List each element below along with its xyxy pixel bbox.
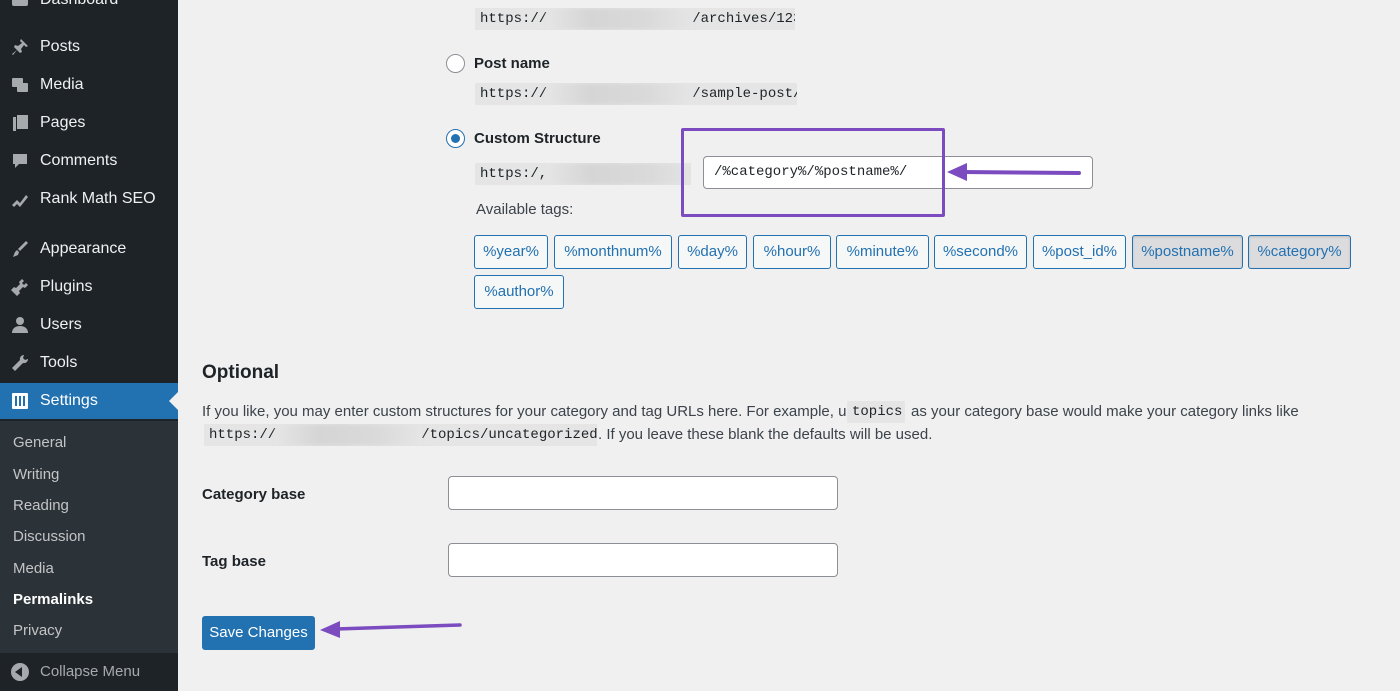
sidebar-item-label: Comments [40, 152, 118, 169]
collapse-icon [11, 663, 29, 681]
post-name-label: Post name [474, 55, 550, 72]
category-base-input[interactable] [448, 476, 838, 510]
annotation-arrow-save [320, 621, 462, 638]
sidebar-item-label: Users [40, 316, 82, 333]
sidebar-item-users[interactable]: Users [0, 307, 178, 343]
submenu-item-writing[interactable]: Writing [13, 466, 59, 483]
sidebar-item-rank-math-seo[interactable]: Rank Math SEO [0, 181, 178, 217]
wrench-icon [9, 352, 31, 374]
sidebar-item-label: Plugins [40, 278, 93, 295]
user-icon [9, 314, 31, 336]
submenu-item-discussion[interactable]: Discussion [13, 528, 86, 545]
post-name-example-url: https:///sample-post/ [475, 83, 797, 105]
sidebar-item-plugins[interactable]: Plugins [0, 269, 178, 305]
sidebar-item-pages[interactable]: Pages [0, 105, 178, 141]
comment-icon [9, 150, 31, 172]
brush-icon [9, 238, 31, 260]
sidebar-item-comments[interactable]: Comments [0, 143, 178, 179]
rank-math-icon [9, 188, 31, 210]
annotation-highlight-box [681, 128, 945, 217]
sidebar-item-media[interactable]: Media [0, 67, 178, 103]
tag-base-input[interactable] [448, 543, 838, 577]
sidebar-item-label: Dashboard [40, 0, 118, 9]
sidebar-item-posts[interactable]: Posts [0, 29, 178, 65]
save-changes-button[interactable]: Save Changes [202, 616, 315, 650]
tag-base-label: Tag base [202, 553, 266, 570]
sidebar-item-label: Pages [40, 114, 86, 131]
sidebar-item-label: Posts [40, 38, 81, 55]
sidebar-item-appearance[interactable]: Appearance [0, 231, 178, 267]
example-category-url: https:///topics/uncategorized/ [204, 424, 597, 446]
tag-button-monthnum[interactable]: %monthnum% [554, 235, 672, 269]
optional-description-part1: If you like, you may enter custom struct… [202, 403, 874, 420]
category-base-label: Category base [202, 486, 306, 503]
post-name-radio[interactable] [446, 54, 465, 73]
pin-icon [9, 36, 31, 58]
submenu-item-general[interactable]: General [13, 434, 66, 451]
plug-icon [9, 276, 31, 298]
tag-button-postname[interactable]: %postname% [1132, 235, 1243, 269]
topics-code: topics [847, 401, 905, 423]
settings-icon [9, 390, 31, 412]
tag-button-category[interactable]: %category% [1248, 235, 1351, 269]
submenu-item-media[interactable]: Media [13, 560, 54, 577]
numeric-example-url: https:///archives/123 [475, 8, 795, 30]
optional-heading: Optional [202, 362, 280, 383]
tag-button-year[interactable]: %year% [474, 235, 548, 269]
custom-structure-radio[interactable] [446, 129, 465, 148]
tag-button-hour[interactable]: %hour% [753, 235, 831, 269]
optional-description-part2: as your category base would make your ca… [911, 403, 1299, 420]
available-tags-label: Available tags: [476, 201, 574, 218]
custom-structure-label: Custom Structure [474, 130, 601, 147]
sidebar-item-settings[interactable]: Settings [0, 383, 178, 419]
sidebar-item-dashboard[interactable]: Dashboard [0, 0, 178, 18]
sidebar-item-label: Settings [40, 392, 98, 409]
sidebar-item-label: Rank Math SEO [40, 190, 156, 207]
tag-button-author[interactable]: %author% [474, 275, 564, 309]
blurred-domain [547, 83, 693, 105]
custom-structure-base-url: https:/, [475, 163, 691, 185]
annotation-arrow-custom [947, 163, 1081, 181]
blurred-domain [276, 424, 422, 446]
sidebar-item-tools[interactable]: Tools [0, 345, 178, 381]
tag-button-minute[interactable]: %minute% [836, 235, 929, 269]
submenu-item-privacy[interactable]: Privacy [13, 622, 62, 639]
media-icon [9, 74, 31, 96]
blurred-domain [547, 163, 691, 185]
optional-description-part3: . If you leave these blank the defaults … [598, 426, 933, 443]
blurred-domain [547, 8, 693, 30]
dashboard-icon [9, 0, 31, 11]
collapse-menu-button[interactable]: Collapse Menu [0, 653, 178, 691]
pages-icon [9, 112, 31, 134]
collapse-menu-label: Collapse Menu [40, 663, 141, 680]
submenu-item-permalinks[interactable]: Permalinks [13, 591, 93, 608]
sidebar-item-label: Appearance [40, 240, 127, 257]
tag-button-day[interactable]: %day% [678, 235, 747, 269]
sidebar-item-label: Tools [40, 354, 78, 371]
submenu-item-reading[interactable]: Reading [13, 497, 69, 514]
sidebar-item-label: Media [40, 76, 84, 93]
admin-sidebar: Dashboard Posts Media Pages Comments Ran… [0, 0, 178, 691]
tag-button-second[interactable]: %second% [934, 235, 1027, 269]
tag-button-post-id[interactable]: %post_id% [1033, 235, 1126, 269]
settings-submenu: General Writing Reading Discussion Media… [0, 421, 178, 653]
